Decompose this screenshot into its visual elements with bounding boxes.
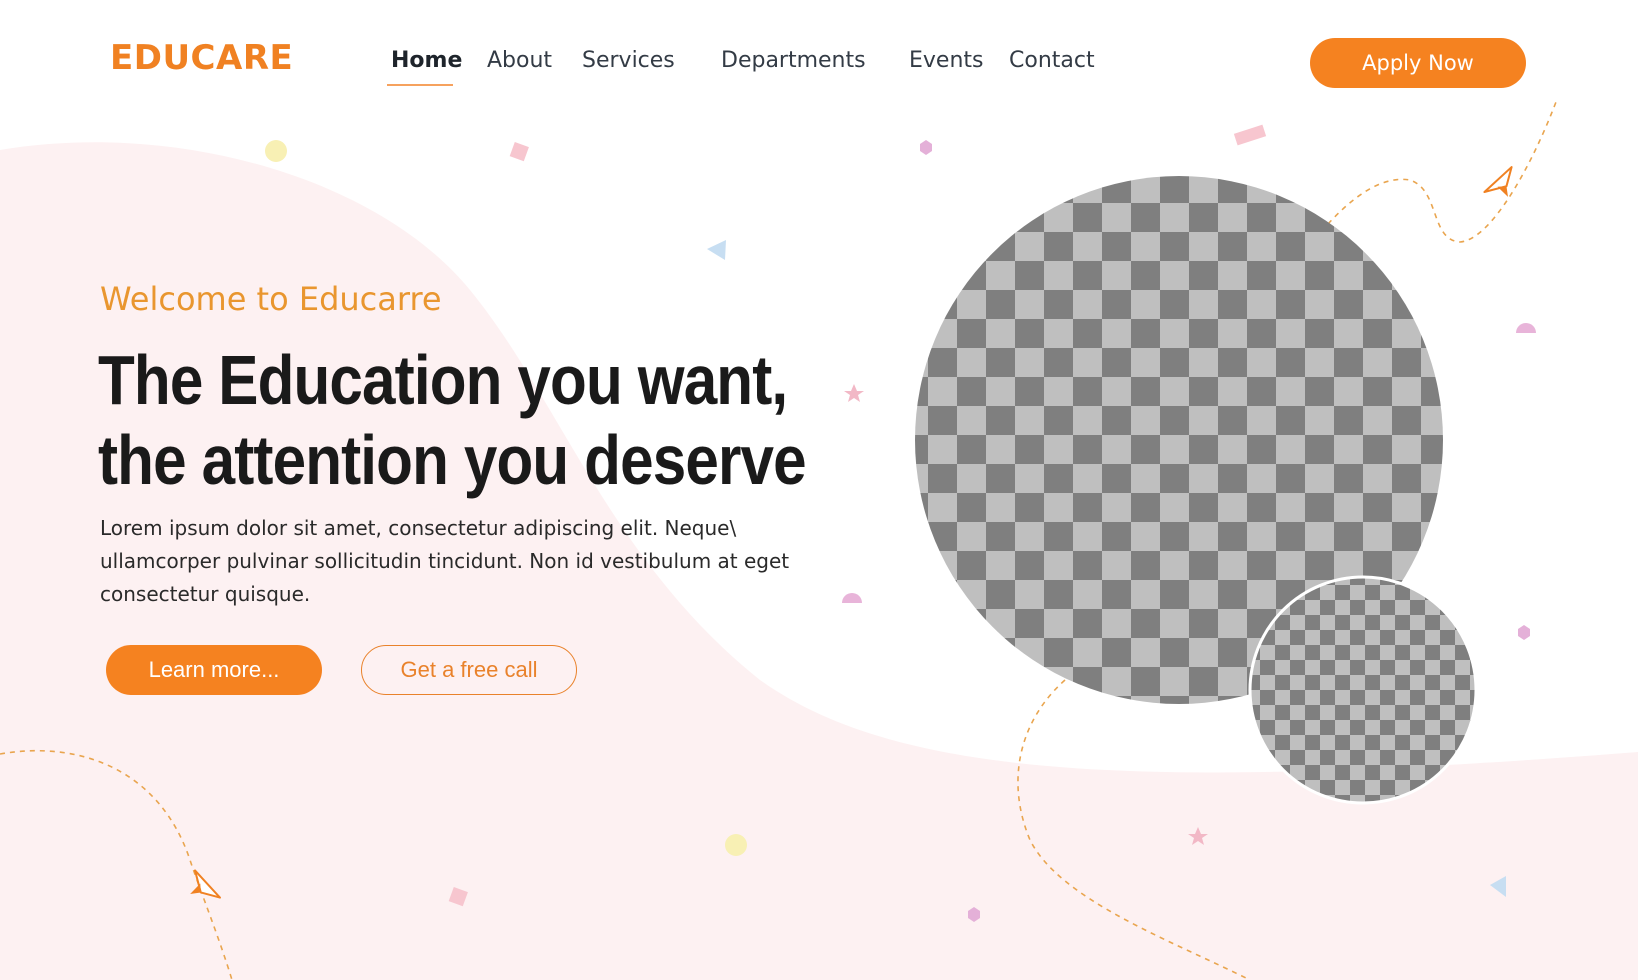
nav-item-services[interactable]: Services <box>582 48 675 73</box>
hero-description: Lorem ipsum dolor sit amet, consectetur … <box>100 512 820 611</box>
nav-item-contact[interactable]: Contact <box>1009 48 1095 73</box>
welcome-text: Welcome to Educarre <box>100 280 442 318</box>
confetti-dot <box>265 140 287 162</box>
confetti-hexagon <box>1518 625 1530 640</box>
free-call-button[interactable]: Get a free call <box>361 645 577 695</box>
nav-active-indicator <box>387 84 453 86</box>
headline-line-2: the attention you deserve <box>98 421 807 499</box>
headline-line-1: The Education you want, <box>98 341 788 419</box>
nav-item-about[interactable]: About <box>487 48 552 73</box>
confetti-hexagon <box>920 140 932 155</box>
learn-more-button[interactable]: Learn more... <box>106 645 322 695</box>
confetti-semicircle <box>1516 323 1536 333</box>
nav-item-home[interactable]: Home <box>391 48 462 73</box>
confetti-square <box>509 142 529 162</box>
confetti-semicircle <box>842 593 862 603</box>
hero-image-small <box>1248 575 1478 805</box>
confetti-star <box>844 384 864 402</box>
dashed-trail-top-right <box>1327 101 1557 243</box>
confetti-dot <box>725 834 747 856</box>
description-line-3: consectetur quisque. <box>100 582 311 606</box>
nav-item-departments[interactable]: Departments <box>721 48 866 73</box>
confetti-bar <box>1233 124 1267 146</box>
description-line-2: ullamcorper pulvinar sollicitudin tincid… <box>100 549 790 573</box>
paper-plane-icon <box>1483 166 1513 197</box>
confetti-triangle <box>707 240 726 260</box>
nav-item-events[interactable]: Events <box>909 48 984 73</box>
description-line-1: Lorem ipsum dolor sit amet, consectetur … <box>100 516 737 540</box>
apply-now-button[interactable]: Apply Now <box>1310 38 1526 88</box>
brand-logo[interactable]: EDUCARE <box>110 38 293 78</box>
hero-headline: The Education you want, the attention yo… <box>98 340 807 500</box>
